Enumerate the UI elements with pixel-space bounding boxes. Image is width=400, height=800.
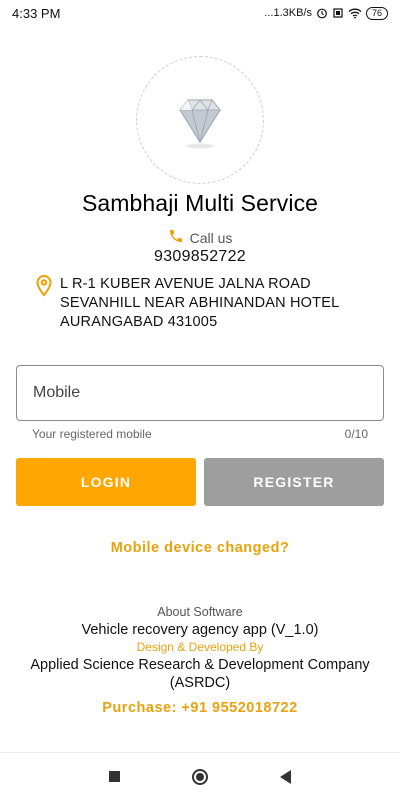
about-title: About Software (157, 605, 243, 619)
about-company: Applied Science Research & Development C… (30, 657, 370, 691)
phone-icon (168, 228, 184, 247)
mobile-char-counter: 0/10 (344, 427, 368, 441)
vibrate-icon (332, 7, 344, 19)
mobile-helper-row: Your registered mobile 0/10 (32, 427, 368, 441)
battery-icon: 76 (365, 6, 388, 20)
address-text: L R-1 KUBER AVENUE JALNA ROAD SEVANHILL … (60, 275, 339, 332)
network-speed: ...1.3KB/s (264, 7, 312, 19)
diamond-icon (179, 99, 221, 149)
system-nav-bar (0, 752, 400, 800)
address-line: L R-1 KUBER AVENUE JALNA ROAD (60, 276, 311, 292)
about-app-name: Vehicle recovery agency app (V_1.0) (81, 622, 319, 638)
status-bar: 4:33 PM ...1.3KB/s 76 (0, 0, 400, 26)
login-button[interactable]: LOGIN (16, 458, 196, 506)
location-pin-icon (36, 274, 52, 302)
call-us-label: Call us (189, 229, 233, 246)
address-line: AURANGABAD 431005 (60, 314, 218, 330)
wifi-icon (348, 7, 362, 19)
home-icon[interactable] (192, 768, 208, 785)
phone-number[interactable]: 9309852722 (0, 248, 400, 266)
business-logo (136, 56, 264, 184)
about-design-label: Design & Developed By (136, 640, 264, 654)
business-name: Sambhaji Multi Service (81, 190, 319, 216)
address-block: L R-1 KUBER AVENUE JALNA ROAD SEVANHILL … (36, 274, 376, 332)
recents-icon[interactable] (109, 771, 120, 782)
status-time: 4:33 PM (12, 5, 61, 21)
alarm-icon (316, 7, 328, 19)
register-button[interactable]: REGISTER (204, 458, 384, 506)
call-us-row[interactable]: Call us (0, 228, 400, 247)
mobile-device-changed-link[interactable]: Mobile device changed? (0, 540, 400, 556)
mobile-helper-text: Your registered mobile (32, 427, 152, 441)
purchase-link[interactable]: Purchase: +91 9552018722 (0, 700, 400, 716)
mobile-field[interactable] (16, 365, 384, 421)
address-line: SEVANHILL NEAR ABHINANDAN HOTEL (60, 295, 340, 311)
back-icon[interactable] (280, 769, 291, 784)
status-icons: ...1.3KB/s 76 (264, 6, 388, 20)
about-section: About Software Vehicle recovery agency a… (0, 605, 400, 716)
mobile-input[interactable] (33, 384, 383, 402)
